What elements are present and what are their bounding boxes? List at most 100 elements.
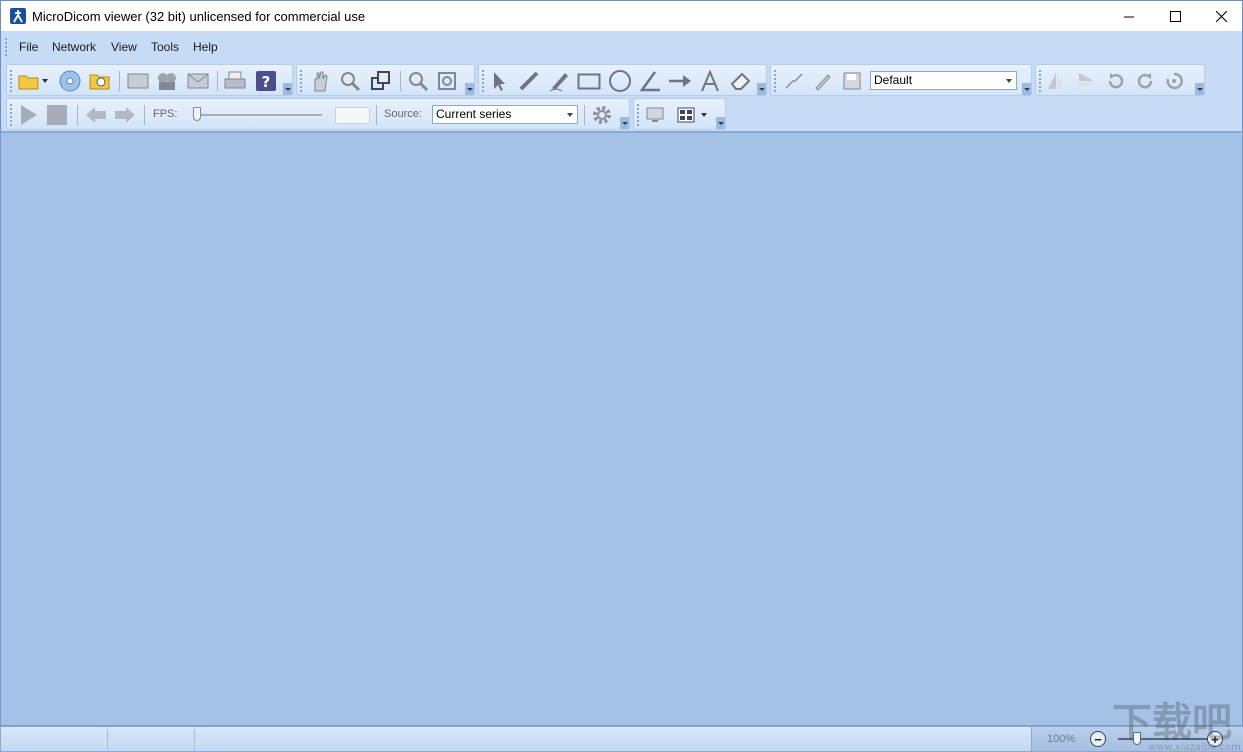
fps-value-box xyxy=(335,107,370,124)
close-button[interactable] xyxy=(1198,1,1243,32)
export-video-button[interactable] xyxy=(155,69,179,93)
eraser-button[interactable] xyxy=(728,69,752,93)
search-files-button[interactable] xyxy=(88,69,112,93)
menu-grip[interactable] xyxy=(5,38,7,56)
flip-horizontal-button[interactable] xyxy=(1074,69,1098,93)
toolbar-options[interactable] xyxy=(757,83,766,95)
arrow-annotation-button[interactable] xyxy=(668,69,692,93)
angle-button[interactable] xyxy=(638,69,662,93)
zoom-out-button[interactable]: − xyxy=(1090,731,1106,747)
line-icon xyxy=(785,73,803,89)
pencil-button[interactable] xyxy=(811,69,835,93)
chevron-down-icon xyxy=(1006,79,1012,83)
save-style-button[interactable] xyxy=(840,69,864,93)
folder-search-icon xyxy=(89,74,110,90)
close-icon xyxy=(1215,11,1227,22)
toolbar-grip[interactable] xyxy=(10,70,12,92)
actual-size-button[interactable] xyxy=(406,69,430,93)
zoom-slider-thumb[interactable] xyxy=(1133,732,1141,745)
screen-layout-button[interactable] xyxy=(674,103,698,127)
save-icon xyxy=(843,72,861,90)
separator xyxy=(144,105,145,125)
image-export-icon xyxy=(127,73,149,89)
text-button[interactable] xyxy=(698,69,722,93)
line-style-button[interactable] xyxy=(782,69,806,93)
toolbar-grip[interactable] xyxy=(637,104,639,126)
flip-vertical-icon xyxy=(1048,73,1064,89)
toolbar-options[interactable] xyxy=(716,117,725,129)
app-icon[interactable] xyxy=(10,8,26,24)
next-image-button[interactable] xyxy=(113,103,137,127)
fit-to-window-button[interactable] xyxy=(435,69,459,93)
arrow-left-icon xyxy=(86,107,106,123)
toolbar-options[interactable] xyxy=(1195,83,1204,95)
rectangle-button[interactable] xyxy=(577,69,601,93)
export-image-button[interactable] xyxy=(126,69,150,93)
source-select[interactable]: Current series xyxy=(432,105,578,124)
ellipse-button[interactable] xyxy=(608,69,632,93)
rotate-right-button[interactable] xyxy=(1133,69,1157,93)
menu-view[interactable]: View xyxy=(111,40,137,54)
ellipse-icon xyxy=(609,70,631,92)
full-screen-button[interactable] xyxy=(643,103,667,127)
transform-toolbar xyxy=(1035,64,1205,96)
window-level-button[interactable] xyxy=(369,69,393,93)
toolbar-options[interactable] xyxy=(465,83,474,95)
zoom-level: 100% xyxy=(1047,733,1076,745)
flip-vertical-button[interactable] xyxy=(1044,69,1068,93)
separator xyxy=(376,105,377,125)
playback-settings-button[interactable] xyxy=(590,103,614,127)
toolbar-options[interactable] xyxy=(1022,83,1031,95)
playback-toolbar: FPS: Source: Current series xyxy=(6,98,630,130)
toolbar-grip[interactable] xyxy=(1039,70,1041,92)
separator xyxy=(400,71,401,91)
hand-icon xyxy=(314,71,328,92)
menu-bar: File Network View Tools Help xyxy=(0,31,1243,63)
pencil-icon xyxy=(815,74,831,91)
email-button[interactable] xyxy=(186,69,210,93)
previous-image-button[interactable] xyxy=(84,103,108,127)
menu-help[interactable]: Help xyxy=(193,40,218,54)
select-button[interactable] xyxy=(487,69,511,93)
menu-file[interactable]: File xyxy=(19,40,38,54)
menu-tools[interactable]: Tools xyxy=(151,40,179,54)
maximize-button[interactable] xyxy=(1152,1,1198,32)
style-select[interactable]: Default xyxy=(870,71,1017,90)
style-toolbar: Default xyxy=(770,64,1032,96)
toolbar-options[interactable] xyxy=(283,83,292,95)
play-button[interactable] xyxy=(16,103,40,127)
toolbar-options[interactable] xyxy=(620,117,629,129)
rotate-left-button[interactable] xyxy=(1104,69,1128,93)
help-button[interactable]: ? xyxy=(254,69,278,93)
ruler-button[interactable] xyxy=(517,69,541,93)
open-dropdown-arrow[interactable] xyxy=(40,69,50,93)
print-button[interactable] xyxy=(223,69,247,93)
source-label: Source: xyxy=(384,108,422,120)
chevron-down-icon xyxy=(567,113,573,117)
menu-network[interactable]: Network xyxy=(52,40,96,54)
toolbar-grip[interactable] xyxy=(482,70,484,92)
magnifier-icon xyxy=(341,72,361,92)
toolbar-grip[interactable] xyxy=(300,70,302,92)
zoom-slider-track[interactable] xyxy=(1118,738,1208,740)
layout-dropdown-arrow[interactable] xyxy=(698,103,710,127)
image-workspace[interactable] xyxy=(0,131,1243,726)
freehand-button[interactable] xyxy=(547,69,571,93)
toolbar-grip[interactable] xyxy=(10,104,12,126)
fit-window-icon xyxy=(438,72,456,90)
fps-slider-thumb[interactable] xyxy=(193,107,201,121)
minimize-button[interactable] xyxy=(1106,1,1152,32)
pan-button[interactable] xyxy=(307,69,331,93)
fps-slider-track[interactable] xyxy=(194,114,322,116)
reset-button[interactable] xyxy=(1162,69,1186,93)
zoom-button[interactable] xyxy=(338,69,362,93)
angle-icon xyxy=(639,71,660,92)
flip-horizontal-icon xyxy=(1079,73,1094,89)
toolbar-grip[interactable] xyxy=(774,70,776,92)
source-select-value: Current series xyxy=(436,107,512,121)
status-panel xyxy=(1,729,108,750)
open-cd-button[interactable] xyxy=(58,69,82,93)
stop-button[interactable] xyxy=(45,103,69,127)
open-folder-button[interactable] xyxy=(17,69,41,93)
zoom-in-button[interactable]: + xyxy=(1207,731,1223,747)
